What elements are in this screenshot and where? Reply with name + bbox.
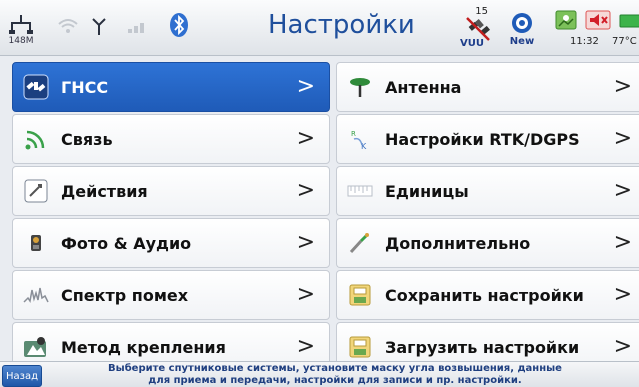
menu-item-label: Загрузить настройки xyxy=(385,337,580,357)
right-menu: Антенна > R K Настройки RTK/DGPS > Едини… xyxy=(336,62,639,374)
help-hint-line-2: для приема и передачи, настройки для зап… xyxy=(148,375,522,386)
menu-item-label: Фото & Аудио xyxy=(61,233,192,253)
menu-item-label: Связь xyxy=(61,129,113,149)
menu-item-actions[interactable]: Действия > xyxy=(12,166,330,216)
save-icon xyxy=(347,282,373,308)
rtk-icon: R K xyxy=(347,126,373,152)
chevron-right-icon: > xyxy=(613,74,632,99)
advanced-icon xyxy=(347,230,373,256)
menu-item-units[interactable]: Единицы > xyxy=(336,166,639,216)
chevron-right-icon: > xyxy=(296,126,315,151)
chevron-right-icon: > xyxy=(613,230,632,255)
antenna-status-icon xyxy=(88,14,110,38)
chevron-right-icon: > xyxy=(613,178,632,203)
satellite-label: VUU xyxy=(460,38,484,49)
menu-item-gnss[interactable]: ГНСС > xyxy=(12,62,330,112)
menu-item-label: Единицы xyxy=(385,181,469,201)
antenna-icon xyxy=(347,74,373,100)
load-icon xyxy=(347,334,373,360)
menu-item-label: Сохранить настройки xyxy=(385,285,584,305)
temperature: 77°C xyxy=(612,36,637,47)
menu-item-label: Настройки RTK/DGPS xyxy=(385,129,580,149)
chevron-right-icon: > xyxy=(613,334,632,359)
menu-item-label: Действия xyxy=(61,181,148,201)
map-icon xyxy=(554,8,578,32)
help-hint-line-1: Выберите спутниковые системы, установите… xyxy=(108,363,562,374)
chevron-right-icon: > xyxy=(296,230,315,255)
signal-strength-icon xyxy=(126,14,150,38)
memory-label: 148M xyxy=(8,35,34,46)
network-tree-icon xyxy=(9,14,33,34)
footer-bar: Назад Выберите спутниковые системы, уста… xyxy=(0,361,639,387)
chevron-right-icon: > xyxy=(296,334,315,359)
chevron-right-icon: > xyxy=(296,178,315,203)
status-bar: 148M Настройки 15 VUU New 11:32 77°C xyxy=(0,0,639,56)
chevron-right-icon: > xyxy=(296,282,315,307)
info-badge-icon xyxy=(512,12,532,33)
bluetooth-icon xyxy=(168,10,190,40)
clock: 11:32 xyxy=(570,36,599,47)
menu-item-communication[interactable]: Связь > xyxy=(12,114,330,164)
actions-icon xyxy=(23,178,49,204)
menu-item-label: Спектр помех xyxy=(61,285,189,305)
menu-item-interference-spectrum[interactable]: Спектр помех > xyxy=(12,270,330,320)
chevron-right-icon: > xyxy=(613,126,632,151)
signal-icon xyxy=(23,126,49,152)
speaker-muted-icon xyxy=(584,8,612,32)
svg-text:R: R xyxy=(351,130,356,138)
satellite-icon xyxy=(23,74,49,100)
menu-item-rtk-dgps[interactable]: R K Настройки RTK/DGPS > xyxy=(336,114,639,164)
units-icon xyxy=(347,178,373,204)
chevron-right-icon: > xyxy=(296,74,315,99)
wifi-icon xyxy=(56,14,80,38)
menu-item-label: ГНСС xyxy=(61,77,109,97)
new-label: New xyxy=(509,35,535,47)
battery-icon xyxy=(618,12,639,30)
back-button[interactable]: Назад xyxy=(2,365,42,387)
help-hint: Выберите спутниковые системы, установите… xyxy=(60,363,610,387)
memory-indicator: 148M xyxy=(6,8,36,50)
svg-text:K: K xyxy=(361,142,367,151)
camera-icon xyxy=(23,230,49,256)
spectrum-icon xyxy=(23,282,49,308)
menu-item-label: Антенна xyxy=(385,77,462,97)
menu-item-advanced[interactable]: Дополнительно > xyxy=(336,218,639,268)
menu-item-label: Дополнительно xyxy=(385,233,531,253)
satellite-status: 15 VUU xyxy=(456,4,500,52)
menu-item-label: Метод крепления xyxy=(61,337,226,357)
menu-item-antenna[interactable]: Антенна > xyxy=(336,62,639,112)
page-title: Настройки xyxy=(268,10,415,40)
left-menu: ГНСС > Связь > Действия > Фото & Аудио >… xyxy=(12,62,330,374)
menu-item-photo-audio[interactable]: Фото & Аудио > xyxy=(12,218,330,268)
chevron-right-icon: > xyxy=(613,282,632,307)
mount-icon xyxy=(23,334,49,360)
new-indicator: New xyxy=(504,6,540,52)
menu-item-save-settings[interactable]: Сохранить настройки > xyxy=(336,270,639,320)
satellite-count: 15 xyxy=(475,6,488,17)
